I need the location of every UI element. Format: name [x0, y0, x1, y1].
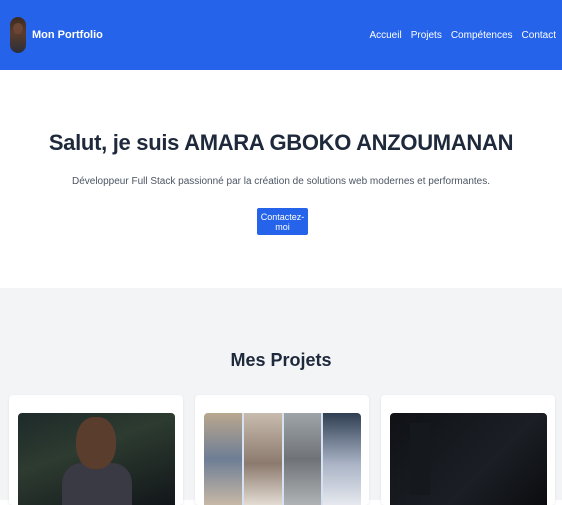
- nav-link-competences[interactable]: Compétences: [451, 30, 513, 41]
- hero-subtitle: Développeur Full Stack passionné par la …: [71, 176, 490, 187]
- contact-button[interactable]: Contactez-moi: [257, 208, 308, 235]
- projects-section: Mes Projets: [0, 288, 562, 505]
- project-card[interactable]: [381, 395, 555, 505]
- nav-links: Accueil Projets Compétences Contact: [369, 30, 556, 41]
- project-card[interactable]: [195, 395, 369, 505]
- project-image[interactable]: [204, 413, 361, 505]
- hero-title: Salut, je suis AMARA GBOKO ANZOUMANAN: [48, 130, 514, 155]
- project-image[interactable]: [18, 413, 175, 505]
- nav-link-accueil[interactable]: Accueil: [369, 30, 401, 41]
- brand-name[interactable]: Mon Portfolio: [32, 29, 103, 41]
- hero-section: Salut, je suis AMARA GBOKO ANZOUMANAN Dé…: [0, 70, 562, 288]
- project-image[interactable]: [390, 413, 547, 505]
- nav-link-contact[interactable]: Contact: [522, 30, 556, 41]
- projects-heading: Mes Projets: [230, 350, 332, 370]
- brand[interactable]: Mon Portfolio: [10, 17, 103, 53]
- nav-link-projets[interactable]: Projets: [411, 30, 442, 41]
- navbar: Mon Portfolio Accueil Projets Compétence…: [0, 0, 562, 70]
- project-card[interactable]: [9, 395, 183, 505]
- avatar: [10, 17, 26, 53]
